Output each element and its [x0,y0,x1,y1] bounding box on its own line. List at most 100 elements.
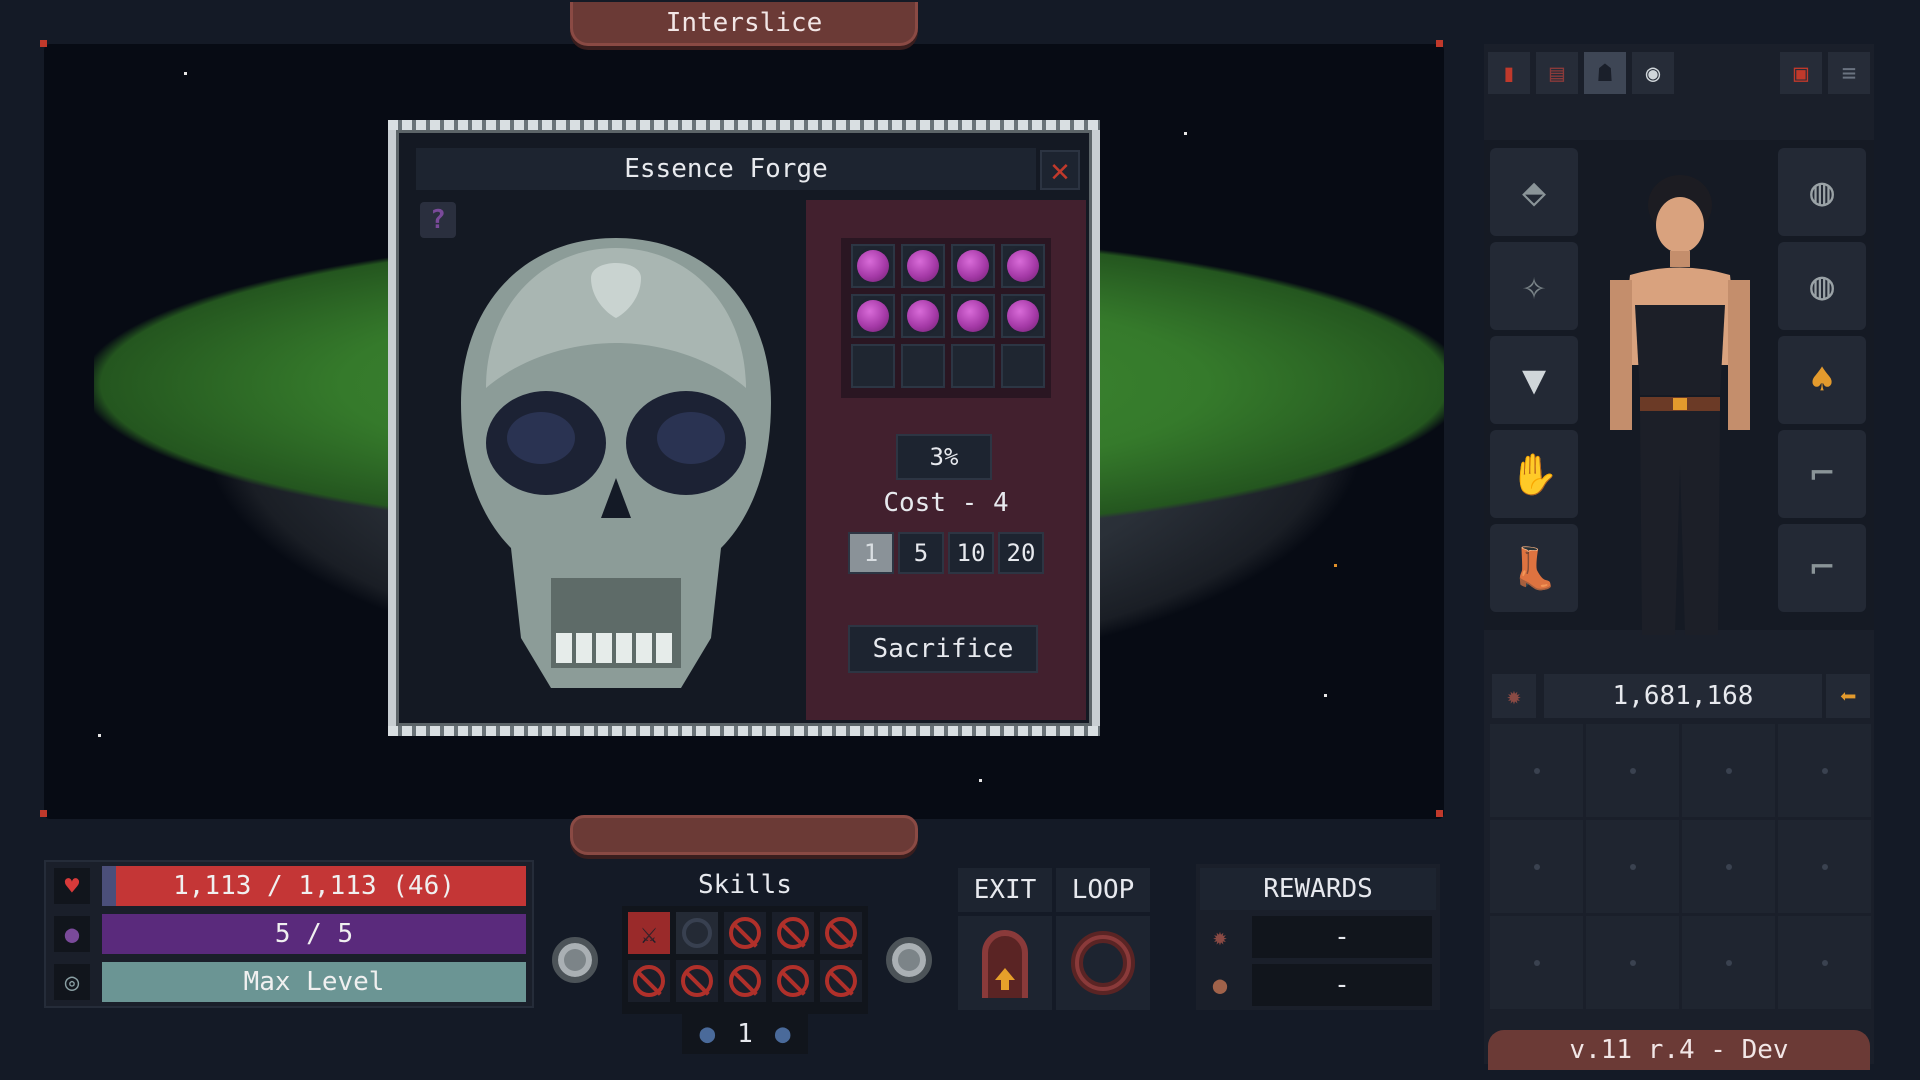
gem-slot-filled[interactable] [851,244,895,288]
pouch-icon: ● [1212,971,1228,999]
essence-gem-icon [857,250,889,282]
pistol-slot-icon[interactable]: ⌐ [1778,524,1866,612]
journal-icon[interactable]: ▤ [1536,52,1578,94]
amulet-slot-icon[interactable]: ✧ [1490,242,1578,330]
sidebar-toolbar: ▮ ▤ ☗ ◉ ▣ ≡ [1484,44,1874,104]
ring-slot-icon[interactable]: ◍ [1778,242,1866,330]
gem-slot-filled[interactable] [901,294,945,338]
essence-gem-icon [1007,300,1039,332]
backpack-icon[interactable]: ▣ [1780,52,1822,94]
cards-slot-icon[interactable]: ♠ [1778,336,1866,424]
forge-panel: 3% Cost - 4 1 5 10 20 Sacrifice [806,200,1086,720]
inventory-slot[interactable] [1778,724,1871,817]
mana-bar: 5 / 5 [102,914,526,954]
gear-right-icon[interactable] [886,937,932,983]
pistol-slot-icon[interactable]: ⌐ [1778,430,1866,518]
gem-slot-filled[interactable] [1001,244,1045,288]
gem-slot-empty[interactable] [851,344,895,388]
loop-ring-icon[interactable] [1056,916,1150,1010]
skill-empty-slot[interactable] [676,912,718,954]
skill-points: ● 1 ● [682,1014,808,1054]
inventory-slot[interactable] [1586,916,1679,1009]
gear-left-icon[interactable] [552,937,598,983]
game-screen: Interslice Essence Forge ✕ ? 3% Cost - 4… [0,0,1920,1080]
close-button[interactable]: ✕ [1040,150,1080,190]
inventory-slot[interactable] [1682,820,1775,913]
hp-row: ♥ 1,113 / 1,113 (46) [46,864,536,908]
star [1184,132,1187,135]
gem-slot-empty[interactable] [951,344,995,388]
inventory-slot[interactable] [1586,820,1679,913]
inventory-slot[interactable] [1778,916,1871,1009]
chain-border-top [388,120,1100,130]
mana-icon: ● [54,916,90,952]
essence-gem-icon [1007,250,1039,282]
star [98,734,101,737]
quantity-20-button[interactable]: 20 [998,532,1044,574]
essence-gem-icon [857,300,889,332]
skill-locked-icon[interactable] [676,960,718,1002]
level-row: ◎ Max Level [46,960,536,1004]
skill-locked-icon[interactable] [772,960,814,1002]
gem-slot-filled[interactable] [901,244,945,288]
inventory-slot[interactable] [1490,724,1583,817]
skill-locked-icon[interactable] [724,912,766,954]
boots-slot-icon[interactable]: 👢 [1490,524,1578,612]
gem-slot-filled[interactable] [951,294,995,338]
quantity-10-button[interactable]: 10 [948,532,994,574]
corner-marker [40,810,47,817]
gloves-slot-icon[interactable]: ✋ [1490,430,1578,518]
stats-panel: ♥ 1,113 / 1,113 (46) ● 5 / 5 ◎ Max Level [44,860,534,1008]
chest-slot-icon[interactable]: ▼ [1490,336,1578,424]
skill-locked-icon[interactable] [820,960,862,1002]
skill-sword-icon[interactable]: ⚔ [628,912,670,954]
inventory-slot[interactable] [1586,724,1679,817]
quantity-5-button[interactable]: 5 [898,532,944,574]
menu-icon[interactable]: ≡ [1828,52,1870,94]
eye-icon[interactable]: ◉ [1632,52,1674,94]
exit-door-icon[interactable] [958,916,1052,1010]
skill-locked-icon[interactable] [820,912,862,954]
inventory-slot[interactable] [1682,724,1775,817]
skull-icon [461,238,771,688]
essence-gem-icon [957,300,989,332]
corner-marker [1436,810,1443,817]
skill-points-value: 1 [737,1019,753,1049]
hp-bar: 1,113 / 1,113 (46) [102,866,526,906]
quantity-selector: 1 5 10 20 [848,532,1044,574]
reward-row: ✹ - [1200,916,1436,958]
skill-locked-icon[interactable] [772,912,814,954]
arrow-left-icon[interactable]: ⬅ [1826,674,1870,718]
exit-button[interactable]: EXIT [958,868,1052,912]
window-title: Interslice [570,2,918,46]
inventory-slot[interactable] [1778,820,1871,913]
star [979,779,982,782]
inventory-slot[interactable] [1490,916,1583,1009]
inventory-grid [1490,724,1871,1012]
sacrifice-button[interactable]: Sacrifice [848,625,1038,673]
gem-slot-filled[interactable] [851,294,895,338]
modal-title: Essence Forge [416,148,1036,190]
gold-value: 1,681,168 [1544,674,1822,718]
helmet-slot-icon[interactable]: ⬘ [1490,148,1578,236]
gem-slot-filled[interactable] [951,244,995,288]
stats-chart-icon[interactable]: ▮ [1488,52,1530,94]
gem-slot-empty[interactable] [901,344,945,388]
skill-locked-icon[interactable] [628,960,670,1002]
gem-slot-filled[interactable] [1001,294,1045,338]
reward-value: - [1252,964,1432,1006]
loop-button[interactable]: LOOP [1056,868,1150,912]
ring-slot-icon[interactable]: ◍ [1778,148,1866,236]
viewport-bottom-tab [570,815,918,855]
quantity-1-button[interactable]: 1 [848,532,894,574]
character-portrait [1610,175,1750,635]
skill-point-icon: ● [699,1019,716,1049]
level-bar: Max Level [102,962,526,1002]
character-portrait-icon[interactable]: ☗ [1584,52,1626,94]
skill-locked-icon[interactable] [724,960,766,1002]
inventory-slot[interactable] [1490,820,1583,913]
gem-slot-empty[interactable] [1001,344,1045,388]
skill-point-icon: ● [774,1019,791,1049]
essence-gem-icon [907,300,939,332]
inventory-slot[interactable] [1682,916,1775,1009]
